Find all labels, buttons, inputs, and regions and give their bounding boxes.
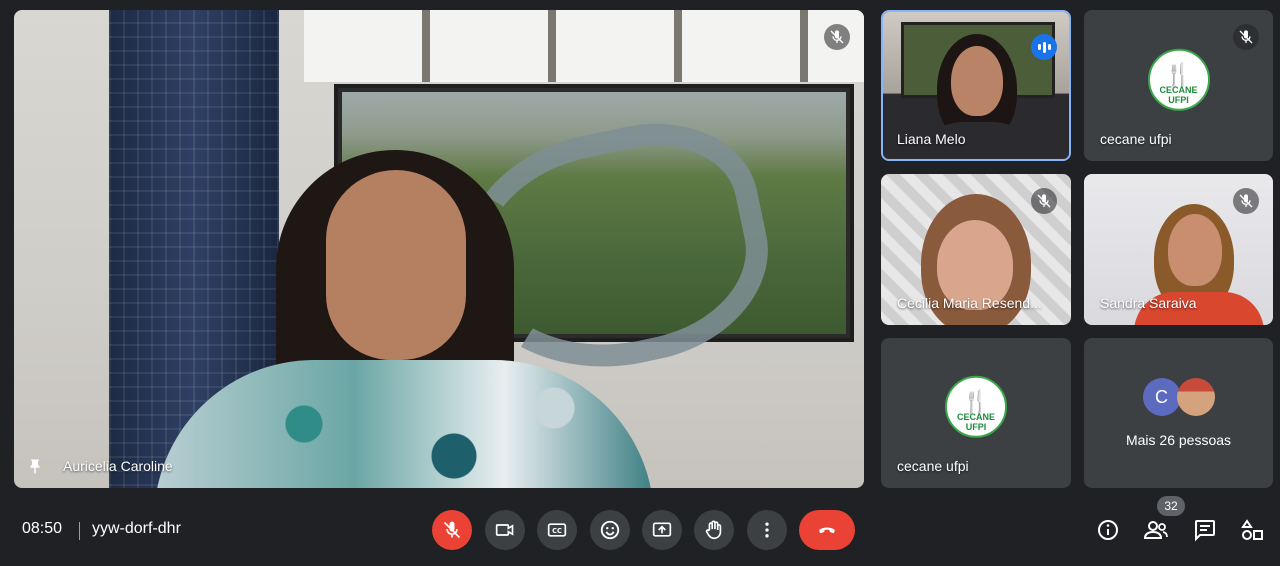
participant-name: Sandra Saraiva — [1100, 295, 1197, 311]
present-icon — [651, 520, 673, 540]
participant-face — [951, 46, 1003, 116]
more-options-button[interactable] — [747, 510, 787, 550]
control-bar: 08:50 yyw-dorf-dhr CC 32 — [0, 490, 1280, 566]
participant-tile-cecilia[interactable]: Cecilia Maria Resend... — [881, 174, 1071, 325]
cecane-logo: 🍴 CECANE UFPI — [945, 375, 1007, 438]
people-icon — [1143, 518, 1169, 542]
chat-button[interactable] — [1189, 514, 1221, 546]
present-screen-button[interactable] — [642, 510, 682, 550]
participant-name: Cecilia Maria Resend... — [897, 295, 1042, 311]
participant-face — [1168, 214, 1222, 286]
participant-tile-liana[interactable]: Liana Melo — [881, 10, 1071, 161]
background-window — [304, 10, 864, 82]
mic-off-icon — [442, 520, 462, 540]
meeting-clock: 08:50 — [22, 520, 63, 537]
raise-hand-icon — [703, 519, 725, 541]
camera-icon — [495, 520, 515, 540]
participant-tile-sandra[interactable]: Sandra Saraiva — [1084, 174, 1273, 325]
more-participants-tile[interactable]: C Mais 26 pessoas — [1084, 338, 1273, 488]
participant-tile-cecane-1[interactable]: 🍴 CECANE UFPI cecane ufpi — [1084, 10, 1273, 161]
svg-text:CC: CC — [552, 527, 562, 535]
captions-icon: CC — [546, 520, 568, 540]
participant-name: Auricelia Caroline — [63, 458, 173, 474]
main-video-tile[interactable]: Auricelia Caroline — [14, 10, 864, 488]
captions-button[interactable]: CC — [537, 510, 577, 550]
mic-off-icon — [1233, 188, 1259, 214]
participant-name: cecane ufpi — [1100, 131, 1172, 147]
more-participants-label: Mais 26 pessoas — [1125, 432, 1232, 448]
avatar-initial: C — [1142, 378, 1181, 416]
toggle-mic-button[interactable] — [432, 510, 472, 550]
pin-icon[interactable] — [26, 458, 44, 476]
speaking-indicator-icon — [1031, 34, 1057, 60]
mic-off-icon — [1031, 188, 1057, 214]
logo-text: CECANE UFPI — [1159, 84, 1198, 105]
participant-name: Liana Melo — [897, 131, 966, 147]
divider — [79, 522, 80, 540]
raise-hand-button[interactable] — [694, 510, 734, 550]
cecane-logo: 🍴 CECANE UFPI — [1147, 48, 1210, 111]
mic-off-icon — [1233, 24, 1259, 50]
meeting-details-button[interactable] — [1092, 514, 1124, 546]
hang-up-icon — [814, 520, 840, 540]
mic-off-icon — [824, 24, 850, 50]
emoji-icon — [599, 519, 621, 541]
avatar — [1176, 378, 1215, 416]
reactions-button[interactable] — [590, 510, 630, 550]
people-count-badge: 32 — [1157, 496, 1185, 516]
participant-name: cecane ufpi — [897, 458, 969, 474]
activities-icon — [1241, 518, 1265, 542]
more-options-icon — [757, 520, 777, 540]
participant-face — [326, 170, 466, 360]
participant-tile-cecane-2[interactable]: 🍴 CECANE UFPI cecane ufpi — [881, 338, 1071, 488]
main-video-feed — [14, 10, 864, 488]
activities-button[interactable] — [1237, 514, 1269, 546]
toggle-camera-button[interactable] — [485, 510, 525, 550]
leave-call-button[interactable] — [799, 510, 855, 550]
show-everyone-button[interactable] — [1140, 514, 1172, 546]
meeting-code: yyw-dorf-dhr — [92, 520, 181, 537]
info-icon — [1096, 518, 1120, 542]
chat-icon — [1193, 518, 1217, 542]
logo-text: CECANE UFPI — [956, 411, 995, 432]
